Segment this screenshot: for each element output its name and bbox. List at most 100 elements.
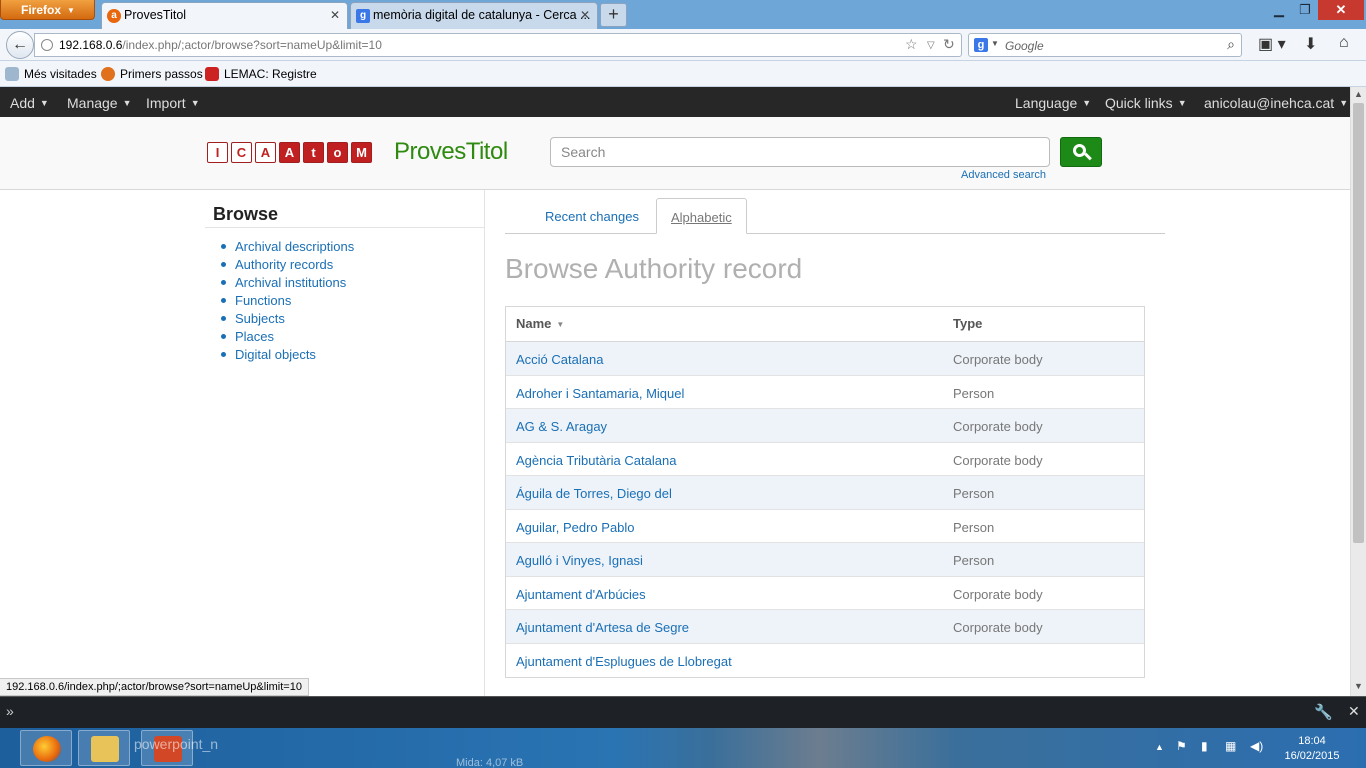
home-icon[interactable]: ⌂	[1339, 34, 1349, 52]
lemac-icon	[205, 67, 219, 81]
tab-alphabetic[interactable]: Alphabetic	[656, 198, 747, 234]
bookmark-getting-started[interactable]: Primers passos	[101, 67, 203, 81]
menu-quick-links[interactable]: Quick links ▼	[1105, 95, 1187, 111]
bookmark-lemac[interactable]: LEMAC: Registre	[205, 67, 317, 81]
caret-down-icon: ▼	[1177, 98, 1187, 108]
power-icon[interactable]: ▮	[1201, 739, 1208, 753]
system-clock[interactable]: 18:04 16/02/2015	[1276, 734, 1348, 764]
new-tab-button[interactable]: +	[600, 3, 627, 27]
bookmarks-toolbar: Més visitades Primers passos LEMAC: Regi…	[0, 61, 1366, 87]
sidebar-item-authority-records[interactable]: Authority records	[221, 257, 354, 275]
engine-dropdown-icon[interactable]: ▼	[991, 39, 999, 48]
history-dropdown-icon[interactable]: ▽	[927, 40, 935, 51]
folder-icon	[91, 736, 119, 762]
table-row: Agència Tributària Catalana Corporate bod…	[506, 443, 1144, 476]
google-engine-icon[interactable]: g	[974, 38, 988, 52]
authority-records-table: Name ▼ Type Acció Catalana Corporate body …	[505, 306, 1145, 678]
record-name-link[interactable]: AG & S. Aragay	[516, 419, 607, 434]
tray-expand-icon[interactable]: ▲	[1155, 742, 1164, 752]
tab-provestitol[interactable]: a ProvesTitol ✕	[101, 2, 348, 29]
tab-title: ProvesTitol	[124, 8, 187, 22]
column-header-name[interactable]: Name ▼	[516, 316, 564, 331]
sidebar-item-archival-descriptions[interactable]: Archival descriptions	[221, 239, 354, 257]
close-tab-icon[interactable]: ✕	[330, 8, 340, 22]
user-menu-bar: Add ▼ Manage ▼ Import ▼ Language ▼ Quick lin…	[0, 87, 1350, 117]
sidebar-title: Browse	[213, 204, 279, 224]
menu-import[interactable]: Import ▼	[146, 95, 200, 111]
table-header: Name ▼ Type	[506, 307, 1144, 342]
firefox-icon	[33, 736, 61, 762]
search-button[interactable]	[1060, 137, 1102, 167]
record-name-link[interactable]: Acció Catalana	[516, 352, 603, 367]
web-search-box[interactable]: g ▼ Google ⌕	[968, 33, 1242, 57]
record-type: Person	[953, 519, 995, 535]
sidebar-item-functions[interactable]: Functions	[221, 293, 354, 311]
table-row: Águila de Torres, Diego del Person	[506, 476, 1144, 510]
reload-icon[interactable]: ↻	[943, 36, 955, 53]
table-row: AG & S. Aragay Corporate body	[506, 409, 1144, 443]
ica-atom-logo[interactable]: ICAAtoM	[207, 142, 375, 165]
close-addon-bar-icon[interactable]: ✕	[1348, 703, 1360, 720]
tab-recent-changes[interactable]: Recent changes	[531, 198, 653, 234]
advanced-search-link[interactable]: Advanced search	[961, 169, 1046, 181]
sort-down-icon: ▼	[556, 320, 565, 329]
record-name-link[interactable]: Ajuntament d'Esplugues de Llobregat	[516, 654, 732, 669]
record-name-link[interactable]: Agència Tributària Catalana	[516, 453, 676, 468]
firefox-menu-button[interactable]: Firefox ▼	[0, 0, 95, 20]
restore-window-button[interactable]: ❐	[1292, 0, 1318, 20]
record-name-link[interactable]: Adroher i Santamaria, Miquel	[516, 386, 684, 401]
record-name-link[interactable]: Ajuntament d'Arbúcies	[516, 587, 646, 602]
scrollbar-thumb[interactable]	[1353, 103, 1364, 543]
record-type: Person	[953, 553, 995, 568]
url-text[interactable]: 192.168.0.6/index.php/;actor/browse?sort…	[59, 38, 382, 52]
scroll-down-icon[interactable]: ▼	[1354, 681, 1363, 691]
record-name-link[interactable]: Ajuntament d'Artesa de Segre	[516, 620, 689, 635]
record-name-link[interactable]: Aguilar, Pedro Pablo	[516, 520, 635, 535]
bookmark-star-icon[interactable]: ☆	[905, 36, 918, 53]
menu-add[interactable]: Add ▼	[10, 95, 49, 111]
url-bar[interactable]: 192.168.0.6/index.php/;actor/browse?sort…	[34, 33, 962, 57]
search-icon[interactable]: ⌕	[1227, 36, 1235, 53]
taskbar-firefox[interactable]	[20, 730, 72, 766]
menu-manage[interactable]: Manage ▼	[67, 95, 132, 111]
close-tab-icon[interactable]: ✕	[580, 8, 590, 22]
clock-time: 18:04	[1298, 735, 1326, 747]
network-icon[interactable]: ▦	[1225, 739, 1236, 753]
vertical-scrollbar[interactable]: ▲ ▼	[1350, 87, 1366, 696]
record-name-link[interactable]: Águila de Torres, Diego del	[516, 486, 672, 501]
scroll-up-icon[interactable]: ▲	[1354, 89, 1363, 99]
close-window-button[interactable]: ✕	[1318, 0, 1364, 20]
site-name[interactable]: ProvesTitol	[394, 138, 508, 166]
sidebar-item-archival-institutions[interactable]: Archival institutions	[221, 275, 354, 293]
status-link-preview: 192.168.0.6/index.php/;actor/browse?sort…	[0, 678, 309, 696]
desktop-ghost-filename: powerpoint_n	[134, 736, 219, 752]
bookmarks-menu-icon[interactable]: ▣ ▾	[1258, 34, 1286, 54]
sidebar-item-digital-objects[interactable]: Digital objects	[221, 347, 354, 365]
bookmark-most-visited[interactable]: Més visitades	[5, 67, 97, 81]
browse-sidebar: Browse Archival descriptions Authority r…	[205, 190, 485, 696]
navigation-toolbar: 192.168.0.6/index.php/;actor/browse?sort…	[0, 29, 1366, 61]
downloads-icon[interactable]: ⬇	[1304, 34, 1317, 54]
tab-google-search[interactable]: g memòria digital de catalunya - Cerca .…	[350, 2, 598, 29]
minimize-window-button[interactable]: ▁	[1266, 0, 1292, 20]
chevron-right-icon[interactable]: »	[6, 703, 14, 719]
atom-favicon-icon: a	[107, 9, 121, 23]
taskbar-file-explorer[interactable]	[78, 730, 130, 766]
table-body: Acció Catalana Corporate body Adroher i S…	[506, 342, 1144, 677]
sidebar-item-subjects[interactable]: Subjects	[221, 311, 354, 329]
record-name-link[interactable]: Agulló i Vinyes, Ignasi	[516, 553, 643, 568]
table-row: Acció Catalana Corporate body	[506, 342, 1144, 376]
volume-icon[interactable]: ◀)	[1250, 739, 1263, 753]
search-input[interactable]: Search	[550, 137, 1050, 167]
back-button[interactable]: ←	[6, 31, 34, 59]
sidebar-item-places[interactable]: Places	[221, 329, 354, 347]
wrench-icon[interactable]: 🔧	[1314, 703, 1333, 721]
menu-user-account[interactable]: anicolau@inehca.cat ▼	[1204, 95, 1348, 111]
table-row: Aguilar, Pedro Pablo Person	[506, 510, 1144, 543]
flag-icon[interactable]: ⚑	[1176, 739, 1187, 753]
caret-down-icon: ▼	[190, 98, 200, 108]
page-title: Browse Authority record	[505, 253, 803, 284]
site-header: ICAAtoM ProvesTitol Search Advanced sear…	[0, 117, 1350, 190]
menu-language[interactable]: Language ▼	[1015, 95, 1091, 111]
record-type: Corporate body	[953, 452, 1043, 468]
